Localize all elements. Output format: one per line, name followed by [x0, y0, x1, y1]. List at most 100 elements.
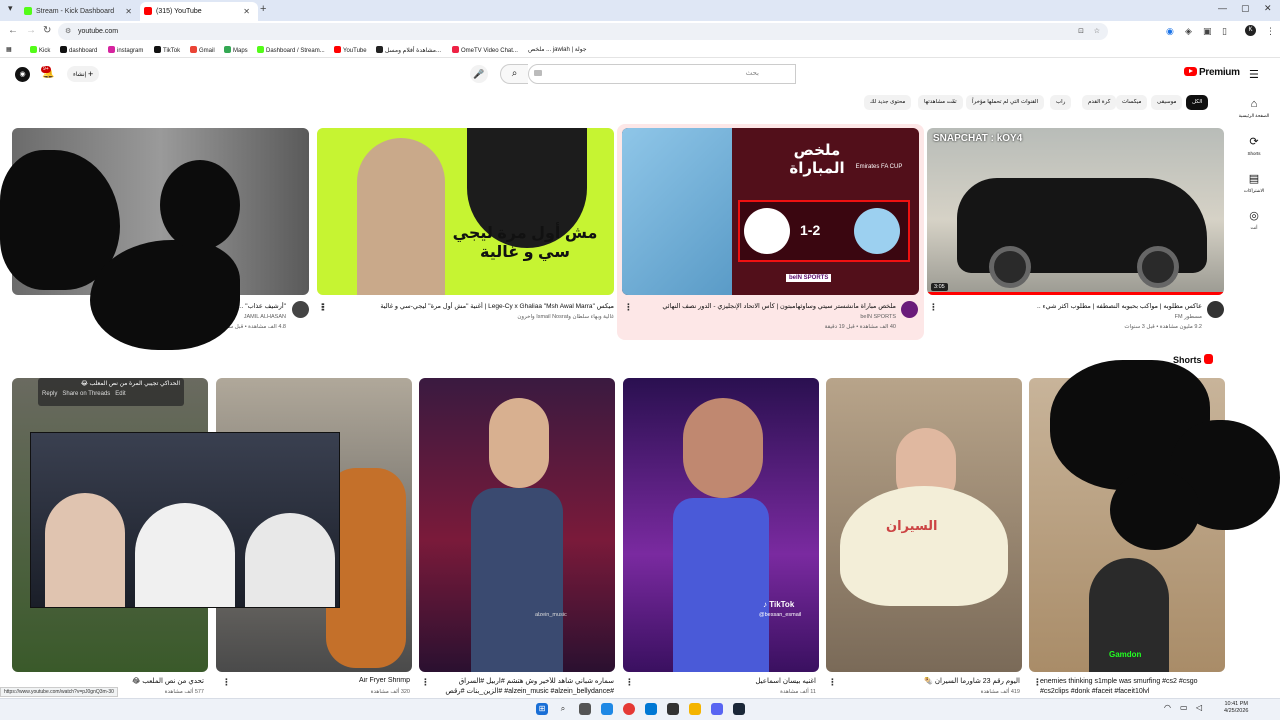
video-channel[interactable]: غالية وبهاء سلطان وIsmail Nosrat وآخرون [330, 314, 614, 320]
more-options-icon[interactable]: ⋮ [318, 302, 327, 313]
short-title[interactable]: سماره شباني شاهد للأخير وش هتشم #اربيل #… [436, 677, 614, 697]
short-thumbnail[interactable]: alzein_music [419, 378, 615, 672]
channel-avatar[interactable]: ◉ [15, 67, 30, 82]
chip-football[interactable]: كرة القدم [1082, 95, 1117, 110]
bookmark-movies[interactable]: مشاهدة أفلام ومسل... [376, 46, 441, 54]
chip-all[interactable]: الكل [1186, 95, 1209, 110]
volume-icon[interactable]: ◁ [1196, 703, 1202, 712]
video-channel[interactable]: beIN SPORTS [630, 314, 896, 320]
more-options-icon[interactable]: ⋮ [625, 677, 634, 688]
site-info-icon[interactable]: ⚙ [65, 23, 71, 40]
create-button[interactable]: إنشاء + [67, 66, 100, 82]
more-options-icon[interactable]: ⋮ [421, 677, 430, 688]
bookmark-gmail[interactable]: Gmail [190, 46, 215, 54]
reply-link[interactable]: Reply [42, 391, 57, 397]
keyboard-icon[interactable] [534, 70, 542, 76]
hamburger-menu-icon[interactable]: ☰ [1249, 68, 1259, 81]
more-options-icon[interactable]: ⋮ [828, 677, 837, 688]
chip-music[interactable]: موسيقى [1151, 95, 1183, 110]
close-icon[interactable]: ✕ [125, 4, 132, 19]
short-thumbnail[interactable]: السيران [826, 378, 1022, 672]
task-view-icon[interactable] [579, 703, 591, 715]
chip-watched[interactable]: تمّت مشاهدتها [918, 95, 963, 110]
install-icon[interactable]: ⊡ [1078, 23, 1084, 40]
voice-search-mic-icon[interactable]: 🎤 [470, 65, 488, 83]
video-thumbnail[interactable]: ملخص المباراة Emirates FA CUP 1-2 beIN S… [622, 128, 919, 295]
short-title[interactable]: Air Fryer Shrimp [220, 677, 410, 684]
bookmark-instagram[interactable]: instagram [108, 46, 143, 54]
apps-icon[interactable]: ▦ [6, 46, 12, 53]
short-title[interactable]: اليوم رقم 23 شاورما السيران 🌯 [830, 677, 1020, 685]
app-icon[interactable] [667, 703, 679, 715]
bookmark-dashboard[interactable]: dashboard [60, 46, 97, 54]
short-title[interactable]: تحدي من نص الملعب 😂 [14, 677, 204, 685]
search-icon[interactable]: ⌕ [557, 703, 569, 715]
more-options-icon[interactable]: ⋮ [624, 302, 633, 313]
extensions-puzzle-icon[interactable]: ▣ [1203, 26, 1212, 37]
chrome-icon[interactable] [623, 703, 635, 715]
steam-icon[interactable] [733, 703, 745, 715]
discord-icon[interactable] [711, 703, 723, 715]
bookmark-ometv[interactable]: OmeTV Video Chat... [452, 46, 518, 54]
video-title[interactable]: عاكس مطلوبه | مواكب بحبوبه النصطفه | مطل… [940, 302, 1202, 310]
chip-mixes[interactable]: ميكسات [1116, 95, 1148, 110]
file-explorer-icon[interactable] [689, 703, 701, 715]
search-input[interactable]: بحث [528, 64, 796, 84]
edge-icon[interactable] [601, 703, 613, 715]
nav-home[interactable]: ⌂ الصفحة الرئيسية [1238, 98, 1270, 119]
minimize-icon[interactable]: — [1218, 3, 1227, 13]
short-thumbnail[interactable]: ♪ TikTok @bessan_esmail [623, 378, 819, 672]
forward-icon[interactable]: → [26, 25, 36, 36]
back-icon[interactable]: ← [8, 25, 18, 36]
downloads-icon[interactable]: ▯ [1222, 26, 1227, 37]
video-thumbnail[interactable]: مش أول مرة ليجي سي و غالية [317, 128, 614, 295]
more-options-icon[interactable]: ⋮ [929, 302, 938, 313]
new-tab-button[interactable]: + [260, 3, 266, 15]
short-title[interactable]: اغنيه بيسان اسماعيل [626, 677, 816, 685]
bookmark-star-icon[interactable]: ☆ [1094, 23, 1100, 40]
wifi-icon[interactable]: ◠ [1164, 703, 1171, 712]
nav-shorts[interactable]: ⟳ Shorts [1238, 135, 1270, 156]
youtube-premium-logo[interactable]: Premium [1184, 67, 1240, 78]
bookmark-youtube[interactable]: YouTube [334, 46, 367, 54]
address-bar[interactable]: ⚙ youtube.com ⊡ ☆ [58, 23, 1108, 40]
bookmark-maps[interactable]: Maps [224, 46, 248, 54]
close-icon[interactable]: ✕ [243, 4, 250, 19]
extension-icon[interactable]: ◉ [1166, 26, 1174, 37]
youtube-play-icon [1184, 67, 1197, 76]
more-options-icon[interactable]: ⋮ [222, 677, 231, 688]
channel-avatar[interactable] [292, 301, 309, 318]
channel-avatar[interactable] [1207, 301, 1224, 318]
profile-avatar[interactable]: K [1245, 25, 1256, 36]
bookmark-dashboard-stream[interactable]: Dashboard / Stream... [257, 46, 325, 54]
app-icon[interactable] [645, 703, 657, 715]
video-thumbnail[interactable]: SNAPCHAT : kOY4 [927, 128, 1224, 295]
video-title[interactable]: ميكس "Lege-Cy x Ghaliaa "Msh Awal Marra … [330, 302, 614, 310]
nav-subscriptions[interactable]: ▤ الاشتراكات [1238, 172, 1270, 194]
more-icon[interactable]: ⋮ [1266, 26, 1275, 37]
chip-new-for-you[interactable]: محتوى جديد لك [864, 95, 912, 110]
network-icon[interactable]: ▭ [1180, 703, 1188, 712]
share-threads-link[interactable]: Share on Threads [62, 391, 110, 397]
windows-start-icon[interactable]: ⊞ [536, 703, 548, 715]
chip-rap[interactable]: راب [1050, 95, 1072, 110]
extension-icon[interactable]: ◈ [1185, 26, 1192, 37]
taskbar-clock[interactable]: 10:41 PM 4/25/2026 [1224, 701, 1248, 715]
short-title[interactable]: enemies thinking s1mple was smurfing #cs… [1040, 677, 1226, 697]
chip-unwatched-channels[interactable]: القنوات التي لم تحملها مؤخراً [966, 95, 1045, 110]
bookmark-kick[interactable]: Kick [30, 46, 50, 54]
edit-link[interactable]: Edit [115, 391, 125, 397]
nav-you[interactable]: ◎ أنت [1238, 209, 1270, 231]
reload-icon[interactable]: ↻ [43, 25, 51, 36]
bookmark-jawlah[interactable]: ملخص ... jawlah | جولة [528, 46, 587, 53]
channel-avatar[interactable] [901, 301, 918, 318]
tab-youtube[interactable]: (315) YouTube ✕ [140, 2, 258, 21]
search-button[interactable]: ⌕ [500, 64, 528, 84]
video-title[interactable]: ملخص مباراة مانشستر سيتي وساوثهامبتون | … [630, 302, 896, 310]
tab-kick-dashboard[interactable]: Stream - Kick Dashboard ✕ [0, 2, 140, 21]
maximize-icon[interactable]: ▢ [1241, 3, 1250, 14]
close-window-icon[interactable]: ✕ [1264, 3, 1272, 14]
bookmark-tiktok[interactable]: TikTok [154, 46, 180, 54]
more-options-icon[interactable]: ⋮ [1033, 677, 1042, 688]
video-channel[interactable]: مسطور FM [940, 314, 1202, 320]
